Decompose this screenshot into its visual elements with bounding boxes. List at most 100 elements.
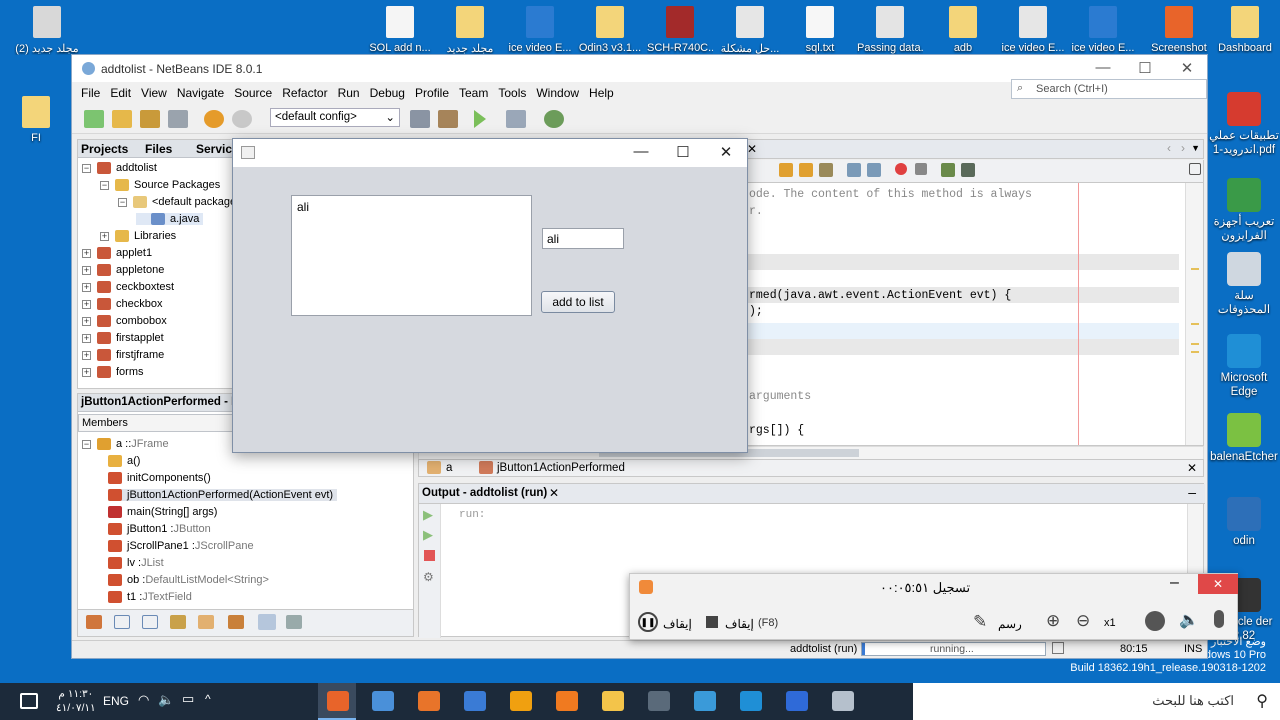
- sort-icon[interactable]: [228, 615, 244, 629]
- wifi-icon[interactable]: ◠: [138, 692, 149, 708]
- speaker-icon[interactable]: 🔈: [1179, 610, 1199, 630]
- explorer-icon[interactable]: [786, 691, 808, 711]
- rerun-with-args-icon[interactable]: ▶: [423, 527, 433, 543]
- tree-item[interactable]: + checkbox: [82, 298, 162, 310]
- desktop-icon[interactable]: Odin3 v3.1...: [577, 0, 643, 58]
- filter-lock-icon[interactable]: [170, 615, 186, 629]
- filter-inherited-icon[interactable]: [198, 615, 214, 629]
- member-item[interactable]: initComponents(): [108, 472, 211, 484]
- list-item[interactable]: ali: [297, 200, 309, 214]
- undo-icon[interactable]: [204, 110, 224, 128]
- desktop-icon[interactable]: adb: [930, 0, 996, 58]
- debug-icon[interactable]: [506, 110, 526, 128]
- maximize-button[interactable]: ☐: [663, 143, 703, 161]
- split-editor-icon[interactable]: [1189, 163, 1201, 175]
- menu-team[interactable]: Team: [454, 86, 493, 100]
- desktop-icon[interactable]: Passing data...: [857, 0, 923, 58]
- sort-by-name-icon[interactable]: [258, 614, 276, 630]
- menu-tools[interactable]: Tools: [493, 86, 531, 100]
- add-to-list-button[interactable]: add to list: [541, 291, 615, 313]
- stop-macro-icon[interactable]: [915, 163, 927, 175]
- zoom-out-icon[interactable]: ⊖: [1076, 611, 1090, 631]
- redo-icon[interactable]: [232, 110, 252, 128]
- tree-item[interactable]: + combobox: [82, 315, 167, 327]
- menu-profile[interactable]: Profile: [410, 86, 454, 100]
- sort-by-source-icon[interactable]: [286, 615, 302, 629]
- output-title[interactable]: Output - addtolist (run): [422, 487, 547, 499]
- microphone-icon[interactable]: [1214, 610, 1224, 628]
- member-item[interactable]: lv : JList: [108, 557, 164, 569]
- expand-toggle-icon[interactable]: −: [100, 180, 109, 190]
- open-project-icon[interactable]: [140, 110, 160, 128]
- stop-icon[interactable]: [706, 616, 718, 628]
- network-icon[interactable]: [372, 691, 394, 711]
- desktop-icon[interactable]: تعريب أجهزة الفرايزون: [1208, 178, 1280, 243]
- expand-toggle-icon[interactable]: −: [118, 197, 127, 207]
- shift-left-icon[interactable]: [847, 163, 861, 177]
- clock[interactable]: ١١:٣٠ م ٤١/٠٧/١١: [56, 687, 96, 715]
- member-item[interactable]: jButton1 : JButton: [108, 523, 211, 535]
- pause-label[interactable]: إيقاف: [663, 617, 692, 631]
- action-center-icon[interactable]: [20, 693, 38, 709]
- tree-item[interactable]: + applet1: [82, 247, 152, 259]
- menu-file[interactable]: File: [76, 86, 105, 100]
- tab-files[interactable]: Files: [145, 142, 172, 156]
- expand-toggle-icon[interactable]: +: [100, 231, 109, 241]
- pause-icon[interactable]: ❚❚: [638, 612, 658, 632]
- items-list[interactable]: ali: [291, 195, 532, 316]
- maximize-button[interactable]: ☐: [1124, 59, 1166, 77]
- tree-item[interactable]: − <default package: [118, 196, 236, 208]
- shift-right-icon[interactable]: [867, 163, 881, 177]
- menu-help[interactable]: Help: [584, 86, 619, 100]
- expand-toggle-icon[interactable]: +: [82, 282, 91, 292]
- task-view-icon[interactable]: [832, 691, 854, 711]
- menu-refactor[interactable]: Refactor: [277, 86, 332, 100]
- desktop-icon[interactable]: Screenshot: [1146, 0, 1212, 58]
- search-tool-icon[interactable]: [510, 691, 532, 711]
- zoom-in-icon[interactable]: ⊕: [1046, 611, 1060, 631]
- tree-item[interactable]: + appletone: [82, 264, 164, 276]
- filter-nonpublic-icon[interactable]: [114, 615, 130, 629]
- members-select[interactable]: Members: [78, 414, 234, 432]
- member-item[interactable]: main(String[] args): [108, 506, 217, 518]
- menu-source[interactable]: Source: [229, 86, 277, 100]
- close-button[interactable]: ✕: [1166, 59, 1208, 77]
- save-all-icon[interactable]: [168, 110, 188, 128]
- breadcrumb-item[interactable]: jButton1ActionPerformed: [497, 462, 625, 474]
- member-item[interactable]: − a :: JFrame: [82, 438, 169, 450]
- menu-navigate[interactable]: Navigate: [172, 86, 229, 100]
- clean-build-icon[interactable]: [438, 110, 458, 128]
- close-button[interactable]: ✕: [706, 143, 746, 161]
- breadcrumb-item[interactable]: a: [446, 462, 452, 474]
- store-icon[interactable]: [694, 691, 716, 711]
- menu-window[interactable]: Window: [531, 86, 584, 100]
- stop-label[interactable]: إيقاف: [725, 617, 754, 631]
- chevron-down-icon[interactable]: ▼: [1191, 143, 1200, 153]
- tree-item[interactable]: + ceckboxtest: [82, 281, 174, 293]
- expand-toggle-icon[interactable]: +: [82, 333, 91, 343]
- minimize-panel-icon[interactable]: –: [1188, 484, 1196, 500]
- member-item[interactable]: t1 : JTextField: [108, 591, 192, 603]
- desktop-icon[interactable]: سلة المحذوفات: [1208, 252, 1280, 317]
- member-item[interactable]: jButton1ActionPerformed(ActionEvent evt): [108, 489, 338, 501]
- taskbar-search[interactable]: ⚲ اكتب هنا للبحث: [913, 683, 1280, 720]
- desktop-icon-fi[interactable]: FI: [14, 90, 58, 148]
- chevron-left-icon[interactable]: ‹: [1167, 141, 1171, 155]
- member-item[interactable]: a(): [108, 455, 140, 467]
- toggle-bookmark-icon[interactable]: [819, 163, 833, 177]
- expand-toggle-icon[interactable]: +: [82, 367, 91, 377]
- desktop-icon[interactable]: ice video E...: [1000, 0, 1066, 58]
- expand-toggle-icon[interactable]: −: [82, 163, 91, 173]
- search-input[interactable]: ⌕ Search (Ctrl+I): [1011, 79, 1207, 99]
- desktop-icon[interactable]: تطبيقات عملي اندرويد-1.pdf: [1208, 92, 1280, 157]
- battery-icon[interactable]: ▭: [182, 691, 194, 707]
- notifications-icon[interactable]: [1052, 642, 1064, 654]
- chevron-up-icon[interactable]: ^: [205, 692, 211, 706]
- member-item[interactable]: ob : DefaultListModel<String>: [108, 574, 269, 586]
- recorder-icon[interactable]: [418, 691, 440, 711]
- record-macro-icon[interactable]: [895, 163, 907, 175]
- filter-static-icon[interactable]: [142, 615, 158, 629]
- profile-icon[interactable]: [544, 110, 564, 128]
- minimize-button[interactable]: —: [1082, 59, 1124, 76]
- close-button[interactable]: ✕: [1198, 574, 1238, 594]
